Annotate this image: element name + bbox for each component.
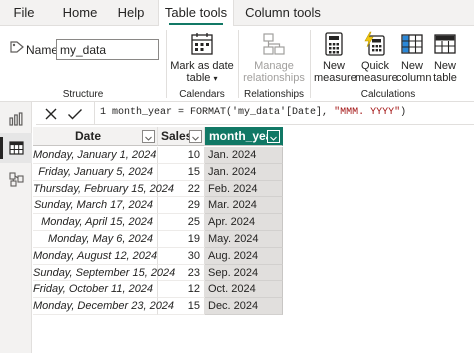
model-view-button[interactable] [0, 164, 32, 194]
table-cell-sales[interactable]: 15 [158, 298, 205, 315]
new-table-button[interactable]: New table [430, 31, 460, 84]
check-icon [68, 109, 82, 120]
calculator-icon [325, 32, 343, 56]
x-icon [45, 108, 57, 120]
formula-closing: ) [400, 107, 407, 118]
table-cell-date[interactable]: Sunday, March 17, 2024 [33, 197, 158, 215]
ribbon-divider [238, 30, 239, 98]
new-table-label-1: New [433, 60, 456, 72]
manage-relationships-button[interactable]: Manage relationships [241, 31, 307, 84]
filter-dropdown-icon[interactable] [142, 130, 155, 143]
chevron-down-icon: ▾ [213, 74, 218, 83]
table-name-input[interactable] [56, 39, 159, 60]
table-cell-sales[interactable]: 25 [158, 214, 205, 231]
table-cell-sales[interactable]: 22 [158, 180, 205, 198]
mark-as-date-label-2: table ▾ [186, 72, 218, 84]
report-view-button[interactable] [0, 104, 32, 134]
table-cell-sales[interactable]: 15 [158, 163, 205, 181]
table-cell-date[interactable]: Friday, January 5, 2024 [33, 163, 158, 181]
formula-string-argument: "MMM. YYYY" [334, 107, 401, 118]
column-header-month-year[interactable]: month_year [205, 127, 283, 146]
ribbon: Name Structure Mark as date table ▾ Cale… [0, 26, 474, 102]
new-measure-label-1: New [322, 60, 345, 72]
table-cell-date[interactable]: Monday, August 12, 2024 [33, 247, 158, 265]
quick-measure-label-1: Quick [360, 60, 390, 72]
table-cell-month-year[interactable]: Feb. 2024 [205, 180, 283, 198]
formula-bar: 1 month_year = FORMAT('my_data'[Date], "M… [36, 102, 474, 125]
group-label-calculations: Calculations [360, 89, 416, 100]
table-cell-date[interactable]: Friday, October 11, 2024 [33, 281, 158, 299]
table-cell-month-year[interactable]: Dec. 2024 [205, 298, 283, 315]
new-measure-label-2: measure [314, 72, 357, 84]
cancel-formula-button[interactable] [42, 105, 60, 123]
column-header-date[interactable]: Date [33, 127, 158, 146]
quick-measure-button[interactable]: Quick measure [355, 31, 398, 84]
new-column-button[interactable]: New column [396, 31, 432, 84]
table-cell-date[interactable]: Monday, April 15, 2024 [33, 214, 158, 231]
table-cell-date[interactable]: Monday, December 23, 2024 [33, 298, 174, 315]
ribbon-divider [166, 30, 167, 98]
table-cell-month-year[interactable]: Jan. 2024 [205, 147, 283, 164]
formula-editor[interactable]: 1 month_year = FORMAT('my_data'[Date], "M… [94, 102, 474, 124]
ribbon-divider [310, 30, 311, 98]
tab-column-tools[interactable]: Column tools [240, 0, 326, 26]
column-header-sales[interactable]: Sales [158, 127, 205, 146]
tab-home[interactable]: Home [54, 0, 106, 26]
new-column-label-1: New [400, 60, 423, 72]
group-label-relationships: Relationships [244, 89, 305, 100]
table-view-icon [8, 141, 24, 155]
report-view-icon [9, 112, 23, 126]
table-cell-month-year[interactable]: May. 2024 [205, 231, 283, 248]
commit-formula-button[interactable] [66, 105, 84, 123]
table-cell-month-year[interactable]: Apr. 2024 [205, 214, 283, 231]
table-cell-sales[interactable]: 30 [158, 247, 205, 265]
group-label-calendars: Calendars [179, 89, 225, 100]
new-measure-button[interactable]: New measure [314, 31, 357, 84]
lightning-calculator-icon [364, 31, 385, 56]
new-column-label-2: column [396, 72, 432, 84]
column-table-icon [401, 34, 423, 54]
column-header-sales-label: Sales [161, 129, 193, 143]
new-table-label-2: table [433, 72, 457, 84]
formula-line-number: 1 [100, 107, 107, 118]
mark-as-date-label-1: Mark as date [170, 60, 234, 72]
tag-icon [10, 41, 24, 53]
table-cell-month-year[interactable]: Sep. 2024 [205, 264, 283, 282]
table-cell-date[interactable]: Sunday, September 15, 2024 [33, 264, 175, 282]
view-rail [0, 102, 32, 353]
table-cell-sales[interactable]: 12 [158, 281, 205, 299]
group-label-structure: Structure [62, 89, 104, 100]
relationships-icon [263, 33, 285, 55]
filter-dropdown-icon[interactable] [189, 130, 202, 143]
model-view-icon [8, 171, 24, 187]
table-icon [434, 34, 456, 54]
ribbon-tabs: File Home Help Table tools Column tools [0, 0, 474, 27]
table-cell-month-year[interactable]: Jan. 2024 [205, 163, 283, 181]
table-view-button[interactable] [0, 133, 32, 163]
tab-table-tools[interactable]: Table tools [158, 0, 234, 27]
data-table: Date Sales month_year Monday, January 1,… [33, 127, 474, 353]
table-cell-month-year[interactable]: Oct. 2024 [205, 281, 283, 299]
formula-text: month_year = FORMAT('my_data'[Date], [112, 107, 335, 118]
tab-help[interactable]: Help [110, 0, 152, 26]
mark-as-date-table-button[interactable]: Mark as date table ▾ [170, 31, 234, 85]
table-cell-sales[interactable]: 19 [158, 231, 205, 248]
column-header-date-label: Date [75, 129, 102, 143]
table-cell-sales[interactable]: 29 [158, 197, 205, 215]
tab-file[interactable]: File [4, 0, 44, 26]
table-cell-date[interactable]: Monday, May 6, 2024 [33, 231, 158, 248]
filter-dropdown-icon[interactable] [267, 130, 280, 143]
table-cell-sales[interactable]: 23 [158, 264, 205, 282]
table-cell-date[interactable]: Thursday, February 15, 2024 [33, 180, 174, 198]
quick-measure-label-2: measure [355, 72, 398, 84]
table-cell-date[interactable]: Monday, January 1, 2024 [33, 147, 158, 164]
manage-label-2: relationships [243, 72, 305, 84]
name-label: Name [26, 43, 59, 57]
manage-label-1: Manage [254, 60, 294, 72]
table-cell-month-year[interactable]: Mar. 2024 [205, 197, 283, 215]
calendar-table-icon [191, 33, 213, 55]
table-cell-month-year[interactable]: Aug. 2024 [205, 247, 283, 265]
table-cell-sales[interactable]: 10 [158, 147, 205, 164]
